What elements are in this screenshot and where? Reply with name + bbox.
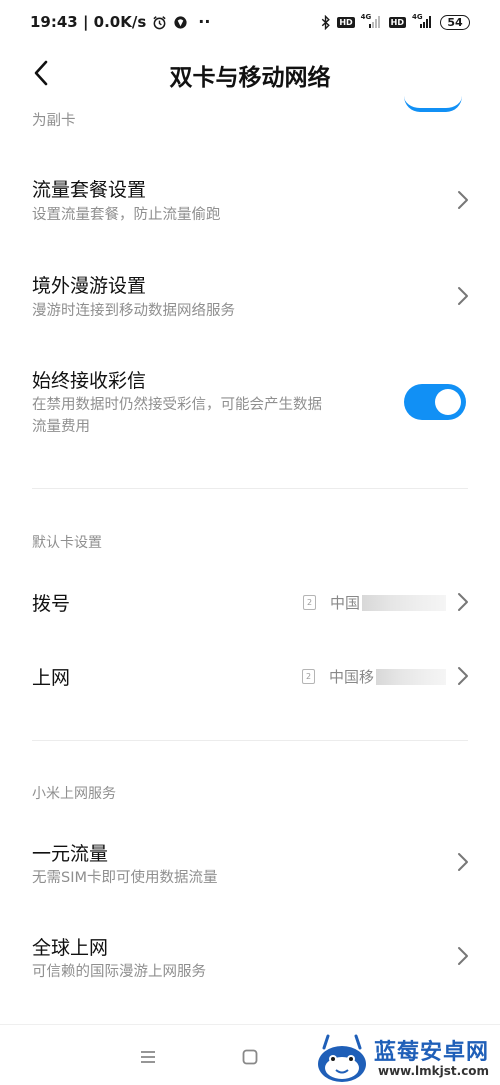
- sim-slot-badge: 2: [302, 595, 316, 610]
- mms-subtitle-line2: 流量费用: [32, 419, 90, 435]
- one-yuan-title: 一元流量: [32, 843, 109, 865]
- header: 双卡与移动网络: [0, 44, 500, 102]
- one-yuan-subtitle: 无需SIM卡即可使用数据流量: [32, 870, 218, 886]
- mms-title: 始终接收彩信: [32, 370, 147, 392]
- watermark: 蓝莓安卓网 www.lmkjst.com: [312, 1028, 500, 1084]
- status-right: HD 4G HD 4G 54: [321, 13, 470, 30]
- mi-service-section-label: 小米上网服务: [32, 786, 116, 802]
- redacted-carrier-blur: [362, 594, 446, 611]
- data-plan-title: 流量套餐设置: [32, 179, 147, 201]
- menu-icon: [141, 1051, 155, 1063]
- data-plan-settings-row[interactable]: 流量套餐设置 设置流量套餐，防止流量偷跑: [0, 160, 500, 240]
- battery-indicator: 54: [440, 14, 470, 30]
- chevron-right-icon: [458, 191, 468, 209]
- watermark-url: www.lmkjst.com: [378, 1064, 490, 1078]
- roaming-settings-row[interactable]: 境外漫游设置 漫游时连接到移动数据网络服务: [0, 256, 500, 336]
- sim-slot-badge: 2: [301, 669, 315, 684]
- partial-row-subtitle: 为副卡: [32, 113, 76, 129]
- dial-carrier-text: 中国: [329, 594, 360, 612]
- default-card-section-label: 默认卡设置: [32, 535, 102, 551]
- data-plan-subtitle: 设置流量套餐，防止流量偷跑: [32, 207, 221, 223]
- hd-badge-2: HD: [388, 16, 406, 28]
- internet-carrier: 中国移: [329, 666, 446, 687]
- dial-row[interactable]: 拨号 2 中国: [0, 572, 500, 634]
- dial-sim-info: 2 中国: [302, 592, 446, 613]
- status-time-speed: 19:43 | 0.0K/s: [30, 13, 147, 31]
- status-bar: 19:43 | 0.0K/s ·· HD 4G HD 4G 54: [0, 0, 500, 44]
- home-button[interactable]: [236, 1043, 264, 1071]
- internet-row[interactable]: 上网 2 中国移: [0, 646, 500, 708]
- global-title: 全球上网: [32, 937, 109, 959]
- divider: [32, 488, 468, 489]
- page-title: 双卡与移动网络: [169, 65, 331, 91]
- mms-subtitle-line1: 在禁用数据时仍然接受彩信，可能会产生数据: [32, 397, 322, 413]
- internet-title: 上网: [32, 667, 71, 689]
- menu-button[interactable]: [134, 1043, 162, 1071]
- more-notifications-icon: ··: [198, 12, 211, 31]
- signal-icon-2: 4G: [412, 13, 434, 29]
- chevron-right-icon: [458, 667, 468, 685]
- signal-icon-1: 4G: [361, 13, 383, 29]
- dial-carrier: 中国: [330, 592, 446, 613]
- one-yuan-data-row[interactable]: 一元流量 无需SIM卡即可使用数据流量: [0, 824, 500, 904]
- redacted-carrier-blur: [376, 668, 446, 685]
- internet-sim-info: 2 中国移: [301, 666, 446, 687]
- mms-toggle[interactable]: [404, 384, 466, 420]
- bluetooth-icon: [321, 14, 331, 30]
- chevron-right-icon: [458, 947, 468, 965]
- hd-badge-1: HD: [337, 16, 355, 28]
- mms-toggle-knob: [435, 389, 461, 415]
- status-left: 19:43 | 0.0K/s ··: [30, 13, 210, 31]
- app-notification-icon: [173, 15, 188, 30]
- partial-row: 为副卡: [0, 108, 500, 138]
- internet-carrier-text: 中国移: [328, 668, 374, 686]
- watermark-title: 蓝莓安卓网: [374, 1040, 490, 1065]
- watermark-logo-icon: [318, 1034, 366, 1082]
- roaming-title: 境外漫游设置: [32, 275, 147, 297]
- global-subtitle: 可信赖的国际漫游上网服务: [32, 964, 206, 980]
- chevron-right-icon: [458, 287, 468, 305]
- always-receive-mms-row: 始终接收彩信 在禁用数据时仍然接受彩信，可能会产生数据 流量费用: [0, 352, 500, 452]
- divider: [32, 740, 468, 741]
- home-icon: [242, 1049, 258, 1065]
- dial-title: 拨号: [32, 593, 71, 615]
- roaming-subtitle: 漫游时连接到移动数据网络服务: [32, 303, 235, 319]
- chevron-right-icon: [458, 853, 468, 871]
- alarm-icon: [152, 15, 167, 30]
- chevron-right-icon: [458, 593, 468, 611]
- global-internet-row[interactable]: 全球上网 可信赖的国际漫游上网服务: [0, 918, 500, 998]
